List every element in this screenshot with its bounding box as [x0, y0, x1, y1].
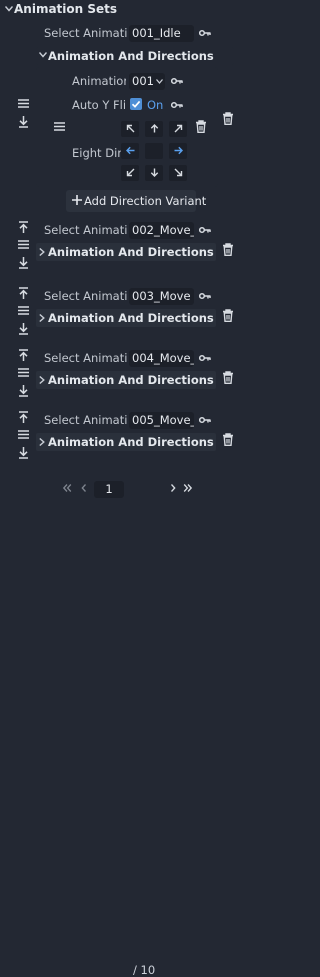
chevron-right-icon [39, 248, 45, 256]
key-icon[interactable] [199, 354, 211, 362]
first-page-icon[interactable] [62, 483, 72, 493]
list-icon[interactable] [18, 99, 29, 108]
select-animation-label: Select Animatio [44, 26, 128, 40]
select-animation-field[interactable]: 004_Move_ [129, 350, 194, 367]
animation-directions-title: Animation And Directions [48, 245, 214, 259]
list-icon[interactable] [18, 306, 29, 315]
key-icon[interactable] [171, 77, 183, 85]
select-animation-label: Select Animatio [44, 223, 128, 237]
dir-up-right-button[interactable] [169, 121, 187, 137]
prev-page-icon[interactable] [79, 483, 89, 493]
chevron-down-icon [5, 6, 13, 12]
add-direction-variant-label: Add Direction Variant [84, 194, 207, 208]
trash-icon[interactable] [222, 433, 234, 446]
animation-sets-header[interactable]: Animation Sets [0, 0, 246, 20]
select-animation-label: Select Animatio [44, 413, 128, 427]
auto-y-flip-checkbox[interactable] [130, 98, 142, 110]
arrow-down-to-line-icon[interactable] [18, 323, 29, 335]
plus-icon [72, 195, 82, 205]
trash-icon[interactable] [222, 309, 234, 322]
section-title: Animation Sets [14, 2, 118, 16]
arrow-down-to-line-icon[interactable] [18, 447, 29, 459]
select-animation-field[interactable]: 002_Move_ [129, 222, 194, 239]
dir-center-cell [145, 143, 163, 159]
trash-icon[interactable] [222, 371, 234, 384]
list-icon[interactable] [18, 430, 29, 439]
arrow-up-to-line-icon[interactable] [18, 411, 29, 423]
arrow-down-to-line-icon[interactable] [18, 257, 29, 269]
list-icon[interactable] [18, 368, 29, 377]
dir-left-button[interactable] [121, 143, 139, 159]
dir-right-button[interactable] [169, 143, 187, 159]
arrow-up-to-line-icon[interactable] [18, 349, 29, 361]
animation-field[interactable]: 001 [129, 73, 165, 90]
dir-down-right-button[interactable] [169, 165, 187, 181]
animation-directions-header[interactable]: Animation And Directions [36, 243, 216, 261]
animation-directions-title: Animation And Directions [48, 373, 214, 387]
trash-icon[interactable] [195, 120, 207, 133]
animation-directions-header[interactable]: Animation And Directions [36, 309, 216, 327]
dir-down-button[interactable] [145, 165, 163, 181]
page-input[interactable]: 1 [94, 481, 124, 498]
key-icon[interactable] [171, 101, 183, 109]
animation-value: 001 [132, 74, 154, 88]
key-icon[interactable] [199, 416, 211, 424]
animation-directions-title: Animation And Directions [48, 435, 214, 449]
auto-y-flip-state: On [147, 98, 164, 112]
animation-directions-title: Animation And Directions [48, 49, 214, 63]
key-icon[interactable] [199, 29, 211, 37]
select-animation-label: Select Animatio [44, 289, 128, 303]
arrow-down-to-line-icon[interactable] [18, 116, 29, 128]
dir-up-left-button[interactable] [121, 121, 139, 137]
animation-directions-header[interactable]: Animation And Directions [36, 433, 216, 451]
select-animation-field[interactable]: 003_Move [129, 288, 194, 305]
chevron-right-icon [39, 376, 45, 384]
pagination: 1 / 10 [0, 480, 246, 977]
arrow-up-to-line-icon[interactable] [18, 287, 29, 299]
trash-icon[interactable] [222, 243, 234, 256]
key-icon[interactable] [199, 226, 211, 234]
animation-directions-header[interactable]: Animation And Directions [36, 47, 234, 65]
add-direction-variant-button[interactable]: Add Direction Variant [66, 190, 206, 212]
trash-icon[interactable] [222, 112, 234, 125]
list-icon[interactable] [18, 240, 29, 249]
eight-dir-label: Eight Dir [72, 146, 122, 160]
next-page-icon[interactable] [168, 483, 178, 493]
list-icon[interactable] [54, 122, 65, 131]
page-total: / 10 [133, 963, 156, 977]
chevron-down-icon [39, 52, 47, 58]
animation-directions-title: Animation And Directions [48, 311, 214, 325]
chevron-right-icon [39, 314, 45, 322]
arrow-up-to-line-icon[interactable] [18, 221, 29, 233]
dir-down-left-button[interactable] [121, 165, 139, 181]
last-page-icon[interactable] [183, 483, 193, 493]
animation-directions-header[interactable]: Animation And Directions [36, 371, 216, 389]
auto-y-flip-label: Auto Y Fli [72, 98, 126, 112]
select-animation-field[interactable]: 005_Move_ [129, 412, 194, 429]
select-animation-field[interactable]: 001_Idle [129, 25, 194, 42]
select-animation-label: Select Animatio [44, 351, 128, 365]
chevron-right-icon [39, 438, 45, 446]
arrow-down-to-line-icon[interactable] [18, 385, 29, 397]
key-icon[interactable] [199, 292, 211, 300]
dir-up-button[interactable] [145, 121, 163, 137]
animation-label: Animation [72, 74, 126, 88]
chevron-down-icon [156, 79, 163, 84]
